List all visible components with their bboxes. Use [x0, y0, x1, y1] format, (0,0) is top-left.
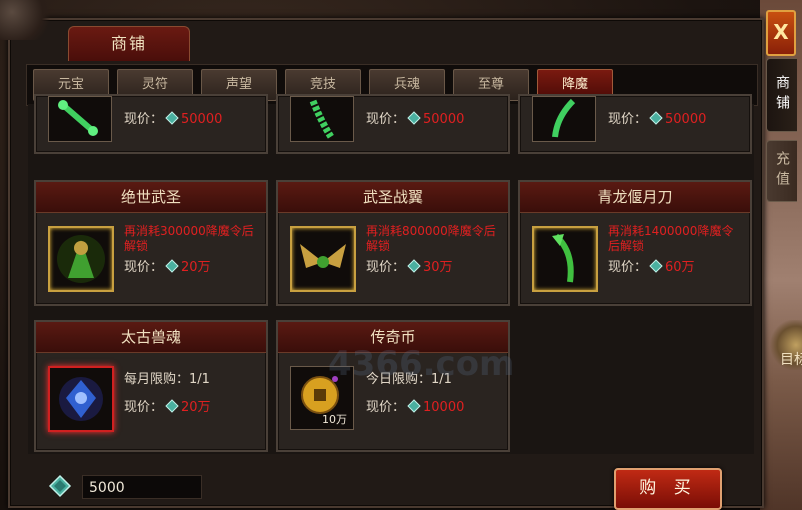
- gem-icon: [649, 259, 663, 273]
- price-line: 现价： 50000: [608, 111, 707, 127]
- item-card[interactable]: 青龙偃月刀 再消耗1400000降魔令后解锁 现价： 60万: [518, 180, 752, 306]
- gem-icon: [165, 399, 179, 413]
- price-line: 现价： 10000: [366, 399, 465, 415]
- green-bone-icon: [48, 96, 112, 142]
- gem-icon: [407, 111, 421, 125]
- golden-wings-icon: [290, 226, 356, 292]
- watermark: 4366.com: [328, 344, 515, 384]
- unlock-text: 再消耗1400000降魔令后解锁: [608, 224, 734, 253]
- side-tab-shop[interactable]: 商铺: [766, 58, 797, 132]
- item-name: 太古兽魂: [36, 322, 266, 353]
- price-line: 现价： 60万: [608, 259, 695, 275]
- side-tab-recharge[interactable]: 充值: [766, 140, 797, 202]
- item-card[interactable]: 绝世武圣 再消耗300000降魔令后解锁 现价： 20万: [34, 180, 268, 306]
- price-line: 现价： 20万: [124, 399, 211, 415]
- item-name: 武圣战翼: [278, 182, 508, 213]
- item-quantity: 10万: [322, 413, 347, 426]
- item-card[interactable]: 传奇币 10万 今日限购：1/1 现价： 10000: [276, 320, 510, 452]
- gem-icon: [48, 474, 72, 498]
- corner-ornament: [0, 0, 60, 40]
- gem-icon: [407, 259, 421, 273]
- item-card[interactable]: 武圣战翼 再消耗800000降魔令后解锁 现价： 30万: [276, 180, 510, 306]
- buy-button[interactable]: 购 买: [614, 468, 722, 510]
- price-line: 现价： 50000: [366, 111, 465, 127]
- blue-beast-soul-icon: [48, 366, 114, 432]
- item-grid: 现价： 50000 现价： 50000 现价： 50000 绝世武圣 再消耗30…: [28, 94, 754, 454]
- limit-text: 每月限购：1/1: [124, 372, 210, 387]
- item-card-partial[interactable]: 现价： 50000: [34, 94, 268, 154]
- target-icon[interactable]: 目标: [768, 320, 802, 370]
- unlock-text: 再消耗300000降魔令后解锁: [124, 224, 254, 253]
- price-line: 现价： 30万: [366, 259, 453, 275]
- green-dragon-warrior-icon: [48, 226, 114, 292]
- shop-panel: 商铺 元宝 灵符 声望 竞技 兵魂 至尊 降魔 现价： 50000 现价： 5000…: [8, 18, 764, 510]
- green-spine-icon: [290, 96, 354, 142]
- gem-icon: [407, 399, 421, 413]
- price-line: 现价： 50000: [124, 111, 223, 127]
- item-card-partial[interactable]: 现价： 50000: [518, 94, 752, 154]
- currency-balance: 5000: [82, 475, 202, 499]
- window-title: 商铺: [68, 26, 190, 61]
- gem-icon: [649, 111, 663, 125]
- unlock-text: 再消耗800000降魔令后解锁: [366, 224, 496, 253]
- item-card-partial[interactable]: 现价： 50000: [276, 94, 510, 154]
- green-blade-icon: [532, 96, 596, 142]
- item-card[interactable]: 太古兽魂 每月限购：1/1 现价： 20万: [34, 320, 268, 452]
- item-name: 绝世武圣: [36, 182, 266, 213]
- gem-icon: [165, 111, 179, 125]
- gem-icon: [165, 259, 179, 273]
- close-button[interactable]: X: [766, 10, 796, 56]
- green-glaive-icon: [532, 226, 598, 292]
- item-name: 青龙偃月刀: [520, 182, 750, 213]
- price-line: 现价： 20万: [124, 259, 211, 275]
